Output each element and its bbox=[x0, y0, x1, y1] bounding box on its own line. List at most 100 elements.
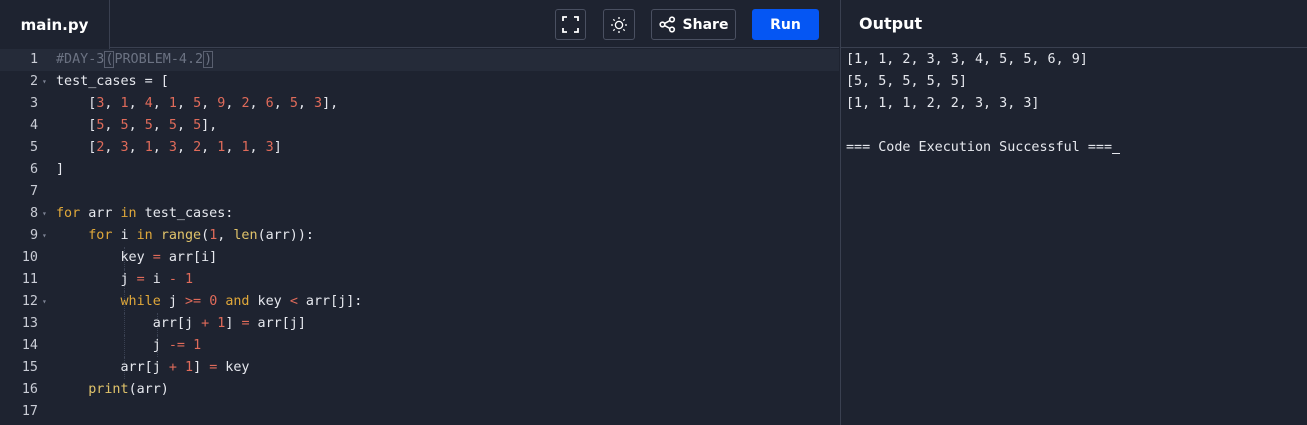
num-token: 3 bbox=[168, 140, 177, 155]
txt-token: ] bbox=[193, 360, 210, 375]
txt-token bbox=[177, 360, 185, 375]
comment-token: (PROBLEM-4.2) bbox=[104, 51, 214, 68]
fold-toggle-icon[interactable]: ▾ bbox=[42, 71, 47, 93]
code-line[interactable]: 17 bbox=[0, 401, 839, 423]
share-button[interactable]: Share bbox=[651, 9, 736, 40]
kw-token: in bbox=[120, 206, 137, 221]
txt-token: , bbox=[201, 140, 218, 155]
txt-token: , bbox=[176, 96, 194, 111]
num-token: 3 bbox=[265, 140, 274, 155]
code-line[interactable]: 1 #DAY-3(PROBLEM-4.2) bbox=[0, 49, 839, 71]
code-text: while j >= 0 and key < arr[j]: bbox=[56, 291, 363, 313]
code-line[interactable]: 16 print(arr) bbox=[0, 379, 839, 401]
theme-toggle-button[interactable] bbox=[603, 9, 635, 40]
txt-token: arr[j bbox=[56, 360, 169, 375]
num-token: 2 bbox=[193, 140, 202, 155]
code-line[interactable]: 11 j = i - 1 bbox=[0, 269, 839, 291]
code-line[interactable]: 13 arr[j + 1] = arr[j] bbox=[0, 313, 839, 335]
txt-token: , bbox=[176, 118, 194, 133]
output-text: [5, 5, 5, 5, 5] bbox=[846, 74, 967, 89]
line-number: 16 bbox=[21, 382, 38, 397]
txt-token: , bbox=[152, 118, 169, 133]
code-line[interactable]: 7 bbox=[0, 181, 839, 203]
txt-token bbox=[201, 294, 209, 309]
code-text: test_cases = [ bbox=[56, 71, 169, 93]
code-line[interactable]: 5 [2, 3, 1, 3, 2, 1, 1, 3] bbox=[0, 137, 839, 159]
fold-toggle-icon[interactable]: ▾ bbox=[42, 291, 47, 313]
fold-toggle-icon[interactable]: ▾ bbox=[42, 225, 47, 247]
op-token: + bbox=[201, 316, 210, 331]
txt-token: i bbox=[144, 272, 169, 287]
op-token: = bbox=[152, 250, 161, 265]
txt-token: ] bbox=[225, 316, 242, 331]
txt-token bbox=[56, 294, 121, 309]
num-token: 1 bbox=[144, 140, 153, 155]
num-token: 1 bbox=[193, 338, 202, 353]
txt-token: arr[i] bbox=[160, 250, 218, 265]
num-token: 1 bbox=[120, 96, 129, 111]
op-token: < bbox=[289, 294, 298, 309]
code-text: for arr in test_cases: bbox=[56, 203, 233, 225]
fold-toggle-icon[interactable]: ▾ bbox=[42, 203, 47, 225]
code-line[interactable]: 10 key = arr[i] bbox=[0, 247, 839, 269]
output-text: === Code Execution Successful === bbox=[846, 140, 1113, 155]
code-line[interactable]: 4 [5, 5, 5, 5, 5], bbox=[0, 115, 839, 137]
editor-toolbar: main.py Share Run bbox=[0, 0, 839, 49]
code-line[interactable]: 15 arr[j + 1] = key bbox=[0, 357, 839, 379]
txt-token: arr[j] bbox=[249, 316, 306, 331]
op-token: = bbox=[241, 316, 250, 331]
txt-token: j bbox=[56, 272, 137, 287]
txt-token: , bbox=[297, 96, 314, 111]
num-token: 6 bbox=[265, 96, 274, 111]
fullscreen-button[interactable] bbox=[555, 9, 586, 40]
code-line[interactable]: 2 ▾ test_cases = [ bbox=[0, 71, 839, 93]
code-line[interactable]: 8 ▾ for arr in test_cases: bbox=[0, 203, 839, 225]
txt-token: , bbox=[176, 140, 194, 155]
output-line: [1, 1, 2, 3, 3, 4, 5, 5, 6, 9] bbox=[846, 49, 1307, 71]
kw-token: in bbox=[136, 228, 153, 243]
txt-token: , bbox=[201, 96, 218, 111]
num-token: 3 bbox=[120, 140, 129, 155]
output-line: [1, 1, 1, 2, 2, 3, 3, 3] bbox=[846, 93, 1307, 115]
txt-token: arr[j bbox=[56, 316, 202, 331]
txt-token: , bbox=[249, 96, 266, 111]
fullscreen-icon bbox=[562, 16, 579, 33]
txt-token: [ bbox=[56, 96, 97, 111]
txt-token: ], bbox=[322, 96, 339, 111]
share-icon bbox=[658, 16, 675, 33]
output-line: [5, 5, 5, 5, 5] bbox=[846, 71, 1307, 93]
line-number: 6 bbox=[29, 162, 38, 177]
code-line[interactable]: 12 ▾ while j >= 0 and key < arr[j]: bbox=[0, 291, 839, 313]
code-line[interactable]: 6] bbox=[0, 159, 839, 181]
txt-token: ( bbox=[201, 228, 210, 243]
file-tab-main-py[interactable]: main.py bbox=[0, 0, 110, 49]
code-line[interactable]: 9 ▾ for i in range(1, len(arr)): bbox=[0, 225, 839, 247]
txt-token: ], bbox=[201, 118, 218, 133]
editor-pane: main.py Share Run 1 #DAY-3(PROBLEM-4.2) 2 ▾… bbox=[0, 0, 839, 425]
kw-token: and bbox=[225, 294, 250, 309]
op-token: - bbox=[168, 272, 177, 287]
code-line[interactable]: 14 j -= 1 bbox=[0, 335, 839, 357]
output-text: [1, 1, 2, 3, 3, 4, 5, 5, 6, 9] bbox=[846, 52, 1088, 67]
code-text: j -= 1 bbox=[56, 335, 201, 357]
code-text: print(arr) bbox=[56, 379, 169, 401]
txt-token: j bbox=[56, 338, 169, 353]
txt-token: , bbox=[152, 140, 169, 155]
txt-token: , bbox=[217, 228, 234, 243]
txt-token bbox=[185, 338, 193, 353]
matched-bracket: ( bbox=[104, 51, 115, 68]
txt-token: arr bbox=[80, 206, 121, 221]
code-editor[interactable]: 1 #DAY-3(PROBLEM-4.2) 2 ▾ test_cases = [3 [3… bbox=[0, 49, 839, 425]
line-number: 11 bbox=[21, 272, 38, 287]
fn-token: len bbox=[233, 228, 258, 243]
line-number: 5 bbox=[29, 140, 38, 155]
txt-token: , bbox=[104, 96, 121, 111]
code-line[interactable]: 3 [3, 1, 4, 1, 5, 9, 2, 6, 5, 3], bbox=[0, 93, 839, 115]
txt-token: test_cases = [ bbox=[56, 74, 169, 89]
line-number: 15 bbox=[21, 360, 38, 375]
com-token: #DAY-3 bbox=[56, 52, 105, 67]
run-button[interactable]: Run bbox=[752, 9, 819, 40]
num-token: 2 bbox=[241, 96, 250, 111]
txt-token: i bbox=[112, 228, 137, 243]
fn-token: range bbox=[160, 228, 202, 243]
